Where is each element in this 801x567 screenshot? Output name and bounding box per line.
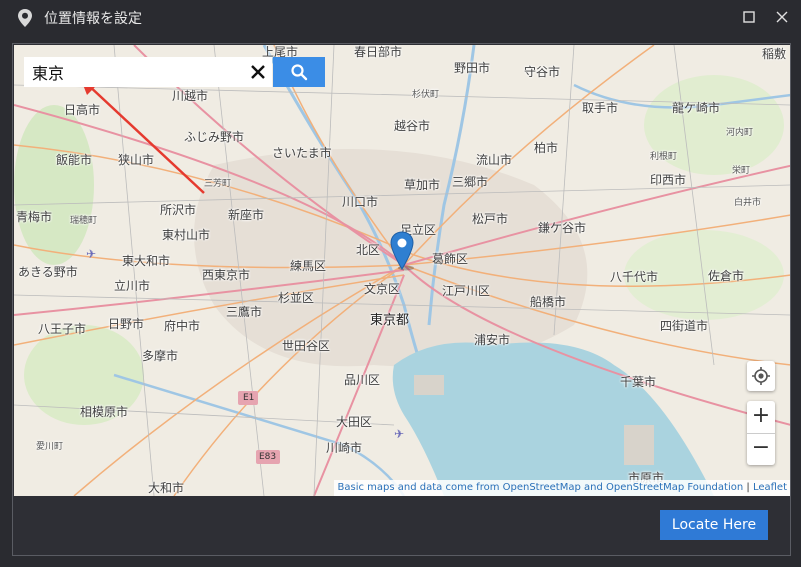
leaflet-link[interactable]: Leaflet	[753, 482, 787, 493]
map-label: 大田区	[336, 415, 373, 429]
map-label: 相模原市	[80, 405, 129, 419]
map-label: 東京都	[370, 313, 410, 328]
map-marker-icon[interactable]	[390, 231, 414, 271]
location-pin-icon	[18, 9, 32, 27]
map-label: 府中市	[164, 319, 201, 333]
map-label: 流山市	[476, 153, 513, 167]
map-label: 春日部市	[354, 45, 403, 59]
search-box	[24, 57, 325, 87]
map-label: 栄町	[732, 166, 751, 176]
geolocate-icon	[752, 367, 770, 385]
map-label: 西東京市	[202, 268, 251, 282]
map-frame: ✈ ✈ 上尾市 春日部市 野田市 守谷市 稲敷 川越市 杉伏町 日高市 越谷市 …	[12, 43, 791, 556]
map-label: 北区	[356, 243, 381, 257]
map-label: 取手市	[582, 101, 619, 115]
map-label: 守谷市	[524, 65, 561, 79]
map-label: 練馬区	[290, 259, 327, 273]
search-icon	[291, 64, 308, 81]
map-label: 利根町	[650, 152, 678, 162]
map-label: 佐倉市	[708, 269, 745, 283]
map-label: 川崎市	[326, 441, 363, 455]
maximize-icon[interactable]	[738, 6, 760, 28]
map-label: 東大和市	[122, 254, 171, 268]
map-label: 文京区	[364, 282, 401, 296]
annotation-arrow	[80, 77, 205, 194]
zoom-out-button[interactable]: −	[747, 433, 775, 465]
attribution-separator: |	[743, 482, 753, 493]
map-label: 葛飾区	[432, 252, 469, 266]
map-label: 浦安市	[474, 333, 511, 347]
attribution-text-link[interactable]: Basic maps and data come from OpenStreet…	[338, 482, 744, 493]
map-label: 印西市	[650, 173, 687, 187]
map-label: 草加市	[404, 178, 441, 192]
map-label: 四街道市	[660, 319, 709, 333]
map-label: 三郷市	[452, 175, 489, 189]
map-label: 白井市	[734, 198, 762, 208]
geolocate-button[interactable]	[747, 361, 775, 391]
map-label: さいたま市	[272, 146, 332, 160]
window-title: 位置情報を設定	[44, 11, 142, 27]
map-label: 多摩市	[142, 349, 179, 363]
map-label: 八千代市	[610, 270, 659, 284]
map-label: 愛川町	[36, 442, 64, 452]
map-label: 瑞穂町	[70, 216, 98, 226]
map-label: 大和市	[148, 481, 185, 495]
map-label: 立川市	[114, 279, 151, 293]
zoom-in-button[interactable]: +	[747, 401, 775, 434]
map-label: 松戸市	[472, 212, 509, 226]
map-label: 日野市	[108, 317, 145, 331]
map-label: 東村山市	[162, 228, 211, 242]
close-x-icon[interactable]	[246, 60, 270, 84]
svg-text:✈: ✈	[86, 247, 96, 261]
map-label: 船橋市	[530, 295, 567, 309]
map-label: 杉並区	[278, 291, 315, 305]
search-button[interactable]	[273, 57, 325, 87]
map-label: 稲敷	[762, 47, 787, 61]
svg-text:✈: ✈	[394, 427, 404, 441]
search-input[interactable]	[24, 57, 272, 87]
locate-here-button[interactable]: Locate Here	[660, 510, 768, 540]
map-label: 柏市	[534, 141, 559, 155]
map-attribution: Basic maps and data come from OpenStreet…	[333, 480, 790, 496]
map-label: 世田谷区	[282, 339, 331, 353]
map-label: 八王子市	[38, 322, 87, 336]
title-bar: 位置情報を設定	[0, 0, 801, 34]
map-label: 青梅市	[16, 210, 53, 224]
map-label: 江戸川区	[442, 284, 491, 298]
map-label: 杉伏町	[412, 90, 440, 100]
map-label: 鎌ケ谷市	[538, 221, 587, 235]
highway-shield-label: E1	[243, 393, 255, 403]
map-label: 川口市	[342, 195, 379, 209]
highway-shield-label: E83	[259, 452, 277, 462]
map-label: 河内町	[726, 128, 754, 138]
map-label: 三鷹市	[226, 305, 263, 319]
map-label: 越谷市	[394, 119, 431, 133]
map-view[interactable]: ✈ ✈ 上尾市 春日部市 野田市 守谷市 稲敷 川越市 杉伏町 日高市 越谷市 …	[14, 45, 790, 496]
location-dialog: 位置情報を設定 ✈ ✈ 上尾市 春日部市 野田市 守谷市 稲敷 川越市 杉伏町 …	[0, 0, 801, 567]
close-icon[interactable]	[771, 6, 793, 28]
map-label: 品川区	[344, 373, 381, 387]
map-label: あきる野市	[18, 265, 78, 279]
zoom-control: + −	[747, 401, 775, 465]
map-label: 新座市	[228, 208, 265, 222]
map-label: 千葉市	[620, 375, 657, 389]
map-label: 龍ケ崎市	[672, 101, 721, 115]
map-label: 野田市	[454, 61, 491, 75]
